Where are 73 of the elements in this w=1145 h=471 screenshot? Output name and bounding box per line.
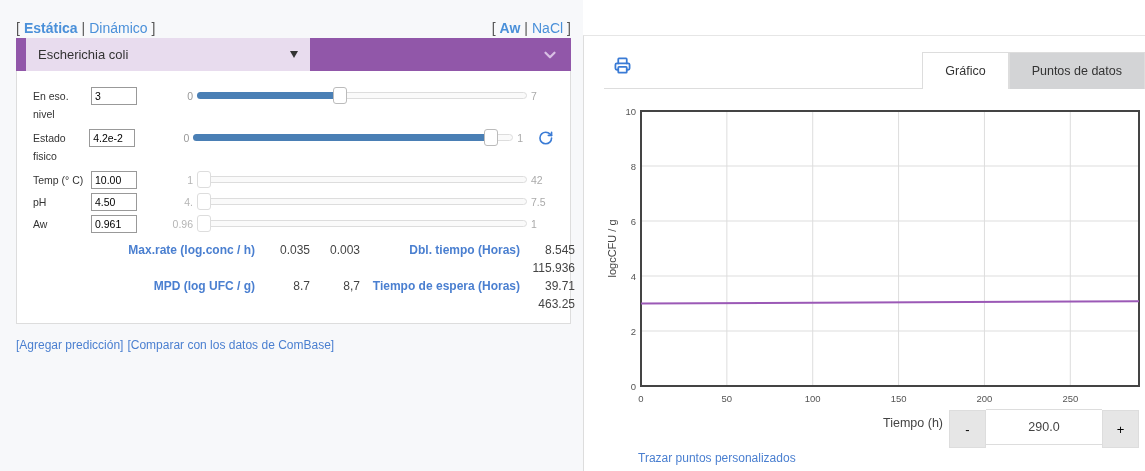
slider[interactable] (197, 171, 527, 188)
tab[interactable]: Puntos de datos (1008, 52, 1145, 89)
bracket: [ (16, 20, 20, 36)
tick-label: 2 (630, 326, 636, 337)
slider[interactable] (197, 87, 527, 104)
parameter-input[interactable]: 0.961 (91, 215, 137, 233)
reset-icon[interactable] (538, 130, 554, 146)
tick-label: 0 (630, 381, 636, 392)
action-link[interactable]: [Comparar con los datos de ComBase] (127, 338, 335, 352)
result-value: 8.545 (543, 243, 575, 257)
tick-label: 4 (630, 271, 636, 282)
slider-max: 42 (531, 173, 544, 188)
parameter-label: En eso. nivel (33, 89, 70, 122)
result-label: Tiempo de espera (Horas) (371, 279, 521, 293)
result-label: MPD (log UFC / g) (152, 279, 256, 293)
parameter-label: Aw (33, 217, 49, 232)
slider-max: 7 (531, 89, 538, 104)
result-label: Max.rate (log.conc / h) (127, 243, 256, 257)
parameter-label: pH (33, 195, 48, 210)
slider-max: 7.5 (531, 195, 547, 210)
slider-min: 0 (182, 131, 191, 146)
slider-thumb[interactable] (197, 215, 211, 232)
decrement-button[interactable]: - (949, 410, 986, 448)
tick-label: 10 (625, 106, 636, 117)
result-value: 39.71 (543, 279, 575, 293)
tick-label: 250 (1062, 393, 1079, 404)
bracket: ] (151, 20, 156, 36)
slider-thumb[interactable] (197, 193, 211, 210)
increment-button[interactable]: + (1102, 410, 1139, 448)
axis-label: logcCFU / g (606, 219, 618, 278)
caret-icon (290, 51, 298, 58)
action-link[interactable]: [Agregar predicción] (16, 338, 124, 352)
result-value: 115.936 (531, 261, 575, 275)
tick-label: 6 (630, 216, 636, 227)
parameter-label: Temp (° C) (33, 173, 85, 188)
parameter-input[interactable]: 3 (91, 87, 137, 105)
slider-max: 1 (531, 217, 538, 232)
separator: | (81, 20, 86, 36)
slider-min: 4. (183, 195, 194, 210)
result-label: Dbl. tiempo (Horas) (408, 243, 521, 257)
slider-max: 1 (517, 131, 524, 146)
parameter-input[interactable]: 10.00 (91, 171, 137, 189)
result-value: 8.7 (292, 279, 310, 293)
slider[interactable] (193, 129, 514, 146)
slider-min: 1 (186, 173, 194, 188)
separator: | (524, 20, 528, 36)
parameter-input[interactable]: 4.50 (91, 193, 137, 211)
tick-label: 200 (976, 393, 993, 404)
slider-thumb[interactable] (332, 87, 347, 104)
tick-label: 100 (804, 393, 821, 404)
custom-points-link[interactable]: Trazar puntos personalizados (638, 451, 1145, 465)
bracket: [ (491, 20, 496, 36)
slider-thumb[interactable] (197, 171, 211, 188)
organism-select[interactable]: Escherichia coli (26, 38, 310, 71)
slider[interactable] (197, 193, 527, 210)
parameter-input[interactable]: 4.2e-2 (89, 129, 136, 147)
parameter-label: Estado fisico (33, 131, 67, 164)
bracket: ] (567, 20, 571, 36)
slider-min: 0 (186, 89, 194, 104)
tab[interactable]: Gráfico (922, 52, 1009, 89)
tick-label: 0 (638, 393, 644, 404)
tick-label: 150 (890, 393, 907, 404)
result-value: 8,7 (342, 279, 360, 293)
tick-label: 8 (630, 161, 636, 172)
slider[interactable] (197, 215, 527, 232)
result-value: 0.003 (328, 243, 360, 257)
slider-min: 0.96 (171, 217, 194, 232)
result-value: 463.25 (537, 297, 575, 311)
slider-thumb[interactable] (483, 129, 498, 146)
print-icon[interactable] (614, 57, 631, 74)
result-value: 0.035 (278, 243, 310, 257)
time-label: Tiempo (h) (883, 416, 943, 430)
tick-label: 50 (721, 393, 733, 404)
